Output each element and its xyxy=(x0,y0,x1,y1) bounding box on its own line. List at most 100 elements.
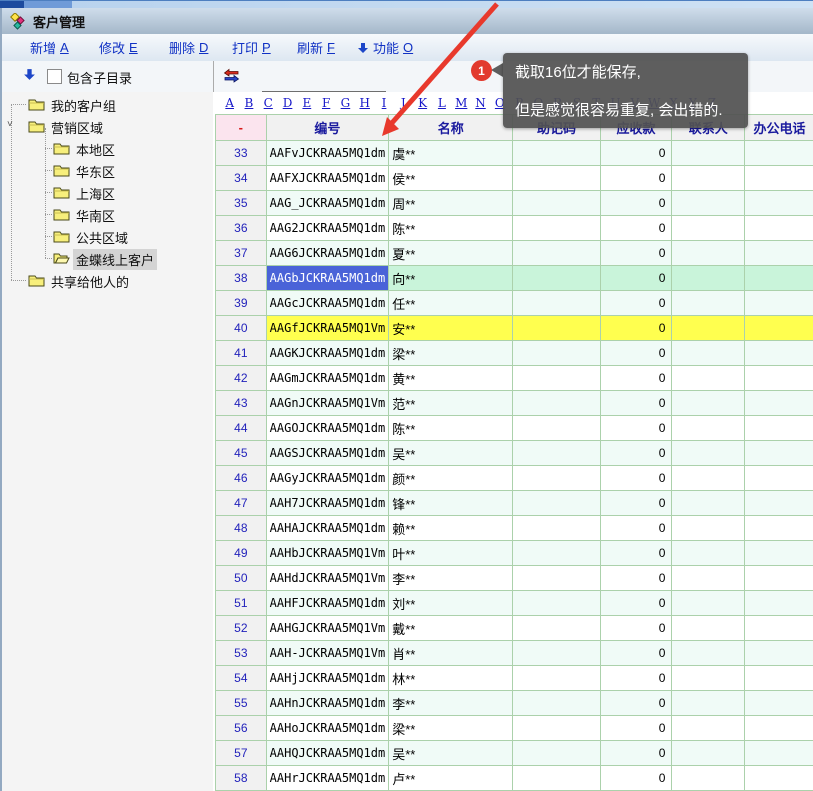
cell-mn[interactable] xyxy=(513,591,601,616)
table-row[interactable]: 48AAHAJCKRAA5MQ1dm赖**0 xyxy=(216,516,813,541)
cell-code[interactable]: AAH-JCKRAA5MQ1Vm xyxy=(266,641,389,666)
cell-phone[interactable] xyxy=(745,366,813,391)
function-button[interactable]: 功能O xyxy=(357,38,413,57)
cell-code[interactable]: AAHdJCKRAA5MQ1Vm xyxy=(266,566,389,591)
cell-amt[interactable]: 0 xyxy=(600,666,672,691)
cell-code[interactable]: AAGfJCKRAA5MQ1Vm xyxy=(266,316,389,341)
cell-rownum[interactable]: 56 xyxy=(216,716,267,741)
cell-contact[interactable] xyxy=(672,191,745,216)
cell-mn[interactable] xyxy=(513,491,601,516)
cell-mn[interactable] xyxy=(513,341,601,366)
cell-rownum[interactable]: 51 xyxy=(216,591,267,616)
cell-rownum[interactable]: 37 xyxy=(216,241,267,266)
cell-mn[interactable] xyxy=(513,141,601,166)
table-row[interactable]: 47AAH7JCKRAA5MQ1dm锋**0 xyxy=(216,491,813,516)
tree-item-6[interactable]: 公共区域 xyxy=(2,225,213,247)
cell-phone[interactable] xyxy=(745,541,813,566)
cell-name[interactable]: 梁** xyxy=(389,341,513,366)
table-row[interactable]: 45AAGSJCKRAA5MQ1dm吴**0 xyxy=(216,441,813,466)
cell-rownum[interactable]: 48 xyxy=(216,516,267,541)
cell-name[interactable]: 吴** xyxy=(389,741,513,766)
cell-code[interactable]: AAFXJCKRAA5MQ1dm xyxy=(266,166,389,191)
cell-rownum[interactable]: 33 xyxy=(216,141,267,166)
table-row[interactable]: 43AAGnJCKRAA5MQ1Vm范**0 xyxy=(216,391,813,416)
cell-rownum[interactable]: 44 xyxy=(216,416,267,441)
letter-index-D[interactable]: D xyxy=(278,96,297,110)
letter-index-N[interactable]: N xyxy=(471,96,490,110)
cell-name[interactable]: 任** xyxy=(389,291,513,316)
letter-index-J[interactable]: J xyxy=(394,96,413,110)
cell-amt[interactable]: 0 xyxy=(600,216,672,241)
cell-rownum[interactable]: 57 xyxy=(216,741,267,766)
cell-contact[interactable] xyxy=(672,691,745,716)
cell-phone[interactable] xyxy=(745,166,813,191)
cell-contact[interactable] xyxy=(672,491,745,516)
cell-rownum[interactable]: 36 xyxy=(216,216,267,241)
tree-item-2[interactable]: 本地区 xyxy=(2,137,213,159)
cell-phone[interactable] xyxy=(745,741,813,766)
cell-amt[interactable]: 0 xyxy=(600,266,672,291)
cell-phone[interactable] xyxy=(745,766,813,791)
cell-mn[interactable] xyxy=(513,666,601,691)
cell-amt[interactable]: 0 xyxy=(600,566,672,591)
cell-phone[interactable] xyxy=(745,691,813,716)
cell-mn[interactable] xyxy=(513,316,601,341)
cell-contact[interactable] xyxy=(672,541,745,566)
cell-rownum[interactable]: 34 xyxy=(216,166,267,191)
cell-code[interactable]: AAGyJCKRAA5MQ1dm xyxy=(266,466,389,491)
cell-phone[interactable] xyxy=(745,441,813,466)
swap-sort-icon[interactable] xyxy=(223,67,240,84)
cell-amt[interactable]: 0 xyxy=(600,491,672,516)
letter-index-C[interactable]: C xyxy=(259,96,278,110)
cell-amt[interactable]: 0 xyxy=(600,366,672,391)
letter-index-I[interactable]: I xyxy=(374,96,393,110)
cell-rownum[interactable]: 39 xyxy=(216,291,267,316)
cell-code[interactable]: AAHoJCKRAA5MQ1dm xyxy=(266,716,389,741)
letter-index-E[interactable]: E xyxy=(297,96,316,110)
cell-phone[interactable] xyxy=(745,591,813,616)
cell-amt[interactable]: 0 xyxy=(600,441,672,466)
table-row[interactable]: 56AAHoJCKRAA5MQ1dm梁**0 xyxy=(216,716,813,741)
cell-rownum[interactable]: 42 xyxy=(216,366,267,391)
cell-mn[interactable] xyxy=(513,416,601,441)
chevron-down-icon[interactable]: ˅ xyxy=(7,119,13,130)
cell-mn[interactable] xyxy=(513,166,601,191)
cell-contact[interactable] xyxy=(672,241,745,266)
cell-name[interactable]: 吴** xyxy=(389,441,513,466)
table-row[interactable]: 36AAG2JCKRAA5MQ1dm陈** 0 xyxy=(216,216,813,241)
cell-name[interactable]: 赖** xyxy=(389,516,513,541)
column-header-1[interactable]: 编号 xyxy=(266,115,389,141)
cell-rownum[interactable]: 52 xyxy=(216,616,267,641)
cell-contact[interactable] xyxy=(672,366,745,391)
cell-mn[interactable] xyxy=(513,716,601,741)
table-row[interactable]: 58AAHrJCKRAA5MQ1dm卢**0 xyxy=(216,766,813,791)
cell-mn[interactable] xyxy=(513,191,601,216)
column-header-6[interactable]: 办公电话 xyxy=(745,115,813,141)
cell-code[interactable]: AAFvJCKRAA5MQ1dm xyxy=(266,141,389,166)
cell-phone[interactable] xyxy=(745,216,813,241)
cell-amt[interactable]: 0 xyxy=(600,341,672,366)
cell-contact[interactable] xyxy=(672,291,745,316)
table-row[interactable]: 42AAGmJCKRAA5MQ1dm黄**0 xyxy=(216,366,813,391)
quick-search-input[interactable] xyxy=(262,73,386,92)
table-row[interactable]: 49AAHbJCKRAA5MQ1Vm叶**0 xyxy=(216,541,813,566)
cell-name[interactable]: 卢** xyxy=(389,766,513,791)
cell-phone[interactable] xyxy=(745,191,813,216)
cell-code[interactable]: AAHnJCKRAA5MQ1dm xyxy=(266,691,389,716)
cell-name[interactable]: 侯** xyxy=(389,166,513,191)
cell-contact[interactable] xyxy=(672,166,745,191)
cell-name[interactable]: 梁** xyxy=(389,716,513,741)
cell-rownum[interactable]: 58 xyxy=(216,766,267,791)
cell-amt[interactable]: 0 xyxy=(600,316,672,341)
cell-amt[interactable]: 0 xyxy=(600,291,672,316)
cell-phone[interactable] xyxy=(745,316,813,341)
cell-code[interactable]: AAG2JCKRAA5MQ1dm xyxy=(266,216,389,241)
table-row[interactable]: 57AAHQJCKRAA5MQ1dm吴**0 xyxy=(216,741,813,766)
cell-code[interactable]: AAGmJCKRAA5MQ1dm xyxy=(266,366,389,391)
cell-code[interactable]: AAHQJCKRAA5MQ1dm xyxy=(266,741,389,766)
cell-amt[interactable]: 0 xyxy=(600,516,672,541)
cell-name[interactable]: 陈** xyxy=(389,216,513,241)
tree-item-4[interactable]: 上海区 xyxy=(2,181,213,203)
letter-index-A[interactable]: A xyxy=(220,96,239,110)
cell-mn[interactable] xyxy=(513,691,601,716)
